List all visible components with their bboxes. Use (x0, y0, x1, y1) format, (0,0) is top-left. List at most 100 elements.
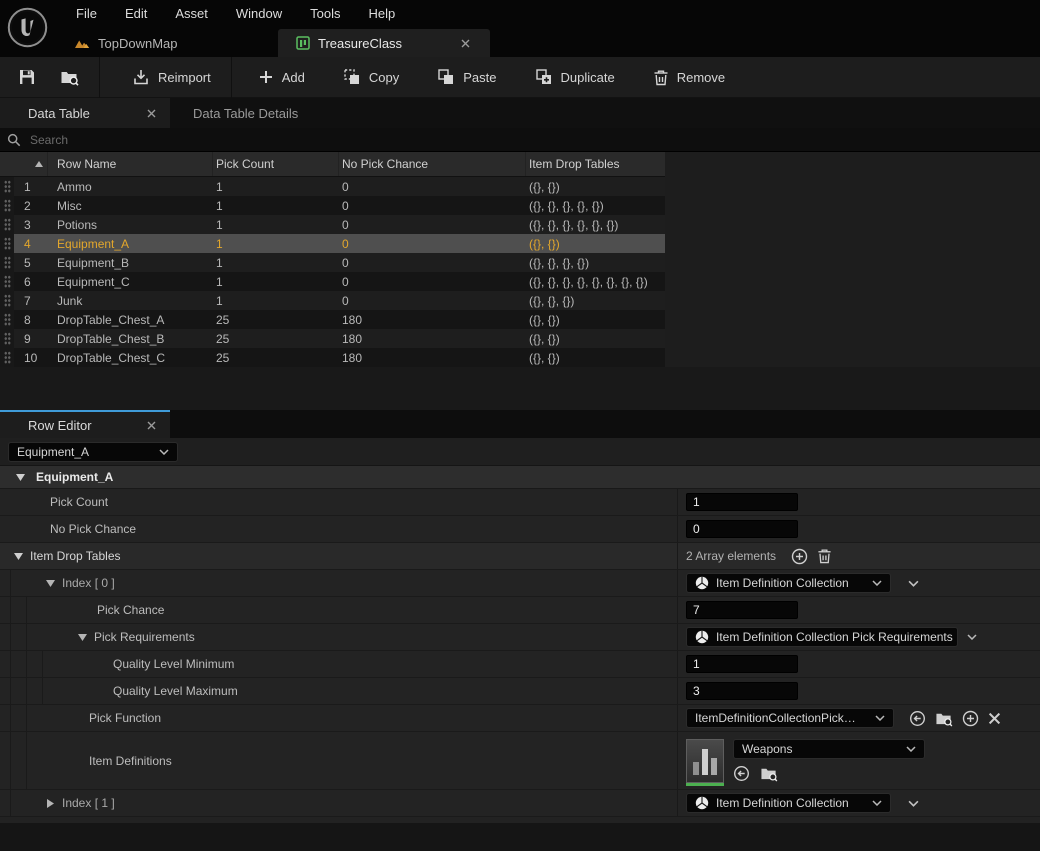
table-row[interactable]: 8 DropTable_Chest_A 25 180 ({}, {}) (0, 310, 665, 329)
table-row[interactable]: 5 Equipment_B 1 0 ({}, {}, {}, {}) (0, 253, 665, 272)
menu-file[interactable]: File (62, 0, 111, 27)
sort-column-header[interactable] (0, 152, 48, 176)
clear-function-x-icon[interactable] (988, 712, 1001, 725)
table-row[interactable]: 10 DropTable_Chest_C 25 180 ({}, {}) (0, 348, 665, 367)
unreal-engine-logo-icon[interactable] (7, 7, 48, 48)
close-icon[interactable] (144, 418, 158, 432)
close-icon[interactable] (458, 36, 472, 50)
row-drag-handle[interactable] (0, 291, 14, 310)
asset-thumbnail[interactable] (686, 739, 724, 786)
no-pick-chance-input[interactable] (686, 520, 798, 538)
search-input[interactable] (21, 132, 1040, 147)
index1-type-dropdown[interactable]: Item Definition Collection (686, 793, 891, 813)
save-button[interactable] (6, 61, 48, 94)
table-row[interactable]: 7 Junk 1 0 ({}, {}, {}) (0, 291, 665, 310)
item-definitions-asset-dropdown[interactable]: Weapons (733, 739, 925, 759)
cell-no-pick-chance: 180 (342, 331, 363, 346)
pick-count-input[interactable] (686, 493, 798, 511)
paste-icon (437, 68, 455, 86)
new-function-plus-icon[interactable] (962, 710, 979, 727)
tab-data-table-details[interactable]: Data Table Details (170, 98, 326, 128)
menu-edit[interactable]: Edit (111, 0, 161, 27)
remove-label: Remove (676, 69, 726, 85)
asset-tab-treasureclass[interactable]: TreasureClass (278, 29, 490, 57)
type-value: Item Definition Collection Pick Requirem… (716, 630, 953, 644)
data-table-asset-icon (296, 36, 310, 50)
pick-function-dropdown[interactable]: ItemDefinitionCollectionPickFunction (686, 708, 894, 728)
thumbnail-bar (711, 758, 717, 775)
triangle-down-icon[interactable] (44, 579, 56, 587)
browse-to-asset-icon[interactable] (760, 765, 778, 782)
row-drag-handle[interactable] (0, 234, 14, 253)
reimport-label: Reimport (158, 69, 211, 85)
row-drag-handle[interactable] (0, 272, 14, 291)
remove-row-button[interactable]: Remove (641, 61, 737, 94)
save-icon (18, 68, 36, 86)
table-empty-rows-area (0, 367, 1040, 410)
triangle-right-icon[interactable] (44, 798, 56, 808)
column-header-item-drop-tables[interactable]: Item Drop Tables (526, 152, 665, 176)
browse-to-asset-icon[interactable] (935, 710, 953, 727)
menu-asset[interactable]: Asset (161, 0, 222, 27)
column-header-no-pick-chance[interactable]: No Pick Chance (339, 152, 526, 176)
close-icon[interactable] (144, 106, 158, 120)
property-label: Quality Level Maximum (113, 684, 238, 698)
property-row-pick-chance: Pick Chance (0, 597, 1040, 624)
thumbnail-bar (693, 762, 699, 775)
add-row-button[interactable]: Add (246, 61, 317, 94)
indent-guide (26, 624, 27, 650)
search-bar (0, 128, 1040, 152)
pick-chance-input[interactable] (686, 601, 798, 619)
chevron-down-icon (872, 580, 882, 586)
use-selected-asset-icon[interactable] (733, 765, 750, 782)
row-number: 4 (24, 236, 31, 251)
category-header-equipment-a[interactable]: Equipment_A (0, 466, 1040, 489)
paste-row-button[interactable]: Paste (425, 61, 508, 94)
element-options-chevron-icon[interactable] (900, 800, 926, 807)
table-row-selected[interactable]: 4 Equipment_A 1 0 ({}, {}) (0, 234, 665, 253)
quality-level-minimum-input[interactable] (686, 655, 798, 673)
row-drag-handle[interactable] (0, 310, 14, 329)
browse-to-asset-button[interactable] (48, 61, 91, 94)
menu-window[interactable]: Window (222, 0, 296, 27)
reimport-button[interactable]: Reimport (120, 61, 223, 94)
table-row[interactable]: 3 Potions 1 0 ({}, {}, {}, {}, {}, {}) (0, 215, 665, 234)
triangle-down-icon[interactable] (12, 552, 24, 560)
element-options-chevron-icon[interactable] (900, 580, 926, 587)
row-drag-handle[interactable] (0, 253, 14, 272)
duplicate-row-button[interactable]: Duplicate (523, 61, 627, 94)
menu-tools[interactable]: Tools (296, 0, 354, 27)
table-row[interactable]: 6 Equipment_C 1 0 ({}, {}, {}, {}, {}, {… (0, 272, 665, 291)
cell-row-name: Potions (57, 217, 98, 232)
clear-array-trash-icon[interactable] (817, 548, 832, 564)
asset-tab-topdownmap[interactable]: TopDownMap (56, 29, 278, 57)
pick-requirements-type-dropdown[interactable]: Item Definition Collection Pick Requirem… (686, 627, 977, 647)
row-select-dropdown[interactable]: Equipment_A (8, 441, 178, 462)
row-drag-handle[interactable] (0, 329, 14, 348)
chevron-down-icon (906, 746, 916, 752)
column-header-pick-count[interactable]: Pick Count (213, 152, 339, 176)
table-row[interactable]: 1 Ammo 1 0 ({}, {}) (0, 177, 665, 196)
table-row[interactable]: 9 DropTable_Chest_B 25 180 ({}, {}) (0, 329, 665, 348)
column-header-row-name[interactable]: Row Name (48, 152, 213, 176)
cell-pick-count: 1 (216, 217, 223, 232)
folder-magnifier-icon (60, 68, 79, 86)
property-label: Pick Chance (97, 603, 165, 617)
property-label: Pick Count (50, 495, 109, 509)
use-selected-asset-icon[interactable] (909, 710, 926, 727)
index0-type-dropdown[interactable]: Item Definition Collection (686, 573, 891, 593)
tab-row-editor[interactable]: Row Editor (0, 410, 170, 438)
tab-data-table[interactable]: Data Table (0, 98, 170, 128)
row-drag-handle[interactable] (0, 215, 14, 234)
add-element-icon[interactable] (791, 548, 808, 565)
cell-item-drop-tables: ({}, {}) (529, 236, 560, 251)
row-drag-handle[interactable] (0, 196, 14, 215)
cell-item-drop-tables: ({}, {}, {}, {}) (529, 255, 590, 270)
copy-row-button[interactable]: Copy (331, 61, 411, 94)
table-row[interactable]: 2 Misc 1 0 ({}, {}, {}, {}, {}) (0, 196, 665, 215)
menu-help[interactable]: Help (354, 0, 409, 27)
triangle-down-icon[interactable] (76, 633, 88, 641)
row-drag-handle[interactable] (0, 348, 14, 367)
quality-level-maximum-input[interactable] (686, 682, 798, 700)
row-drag-handle[interactable] (0, 177, 14, 196)
